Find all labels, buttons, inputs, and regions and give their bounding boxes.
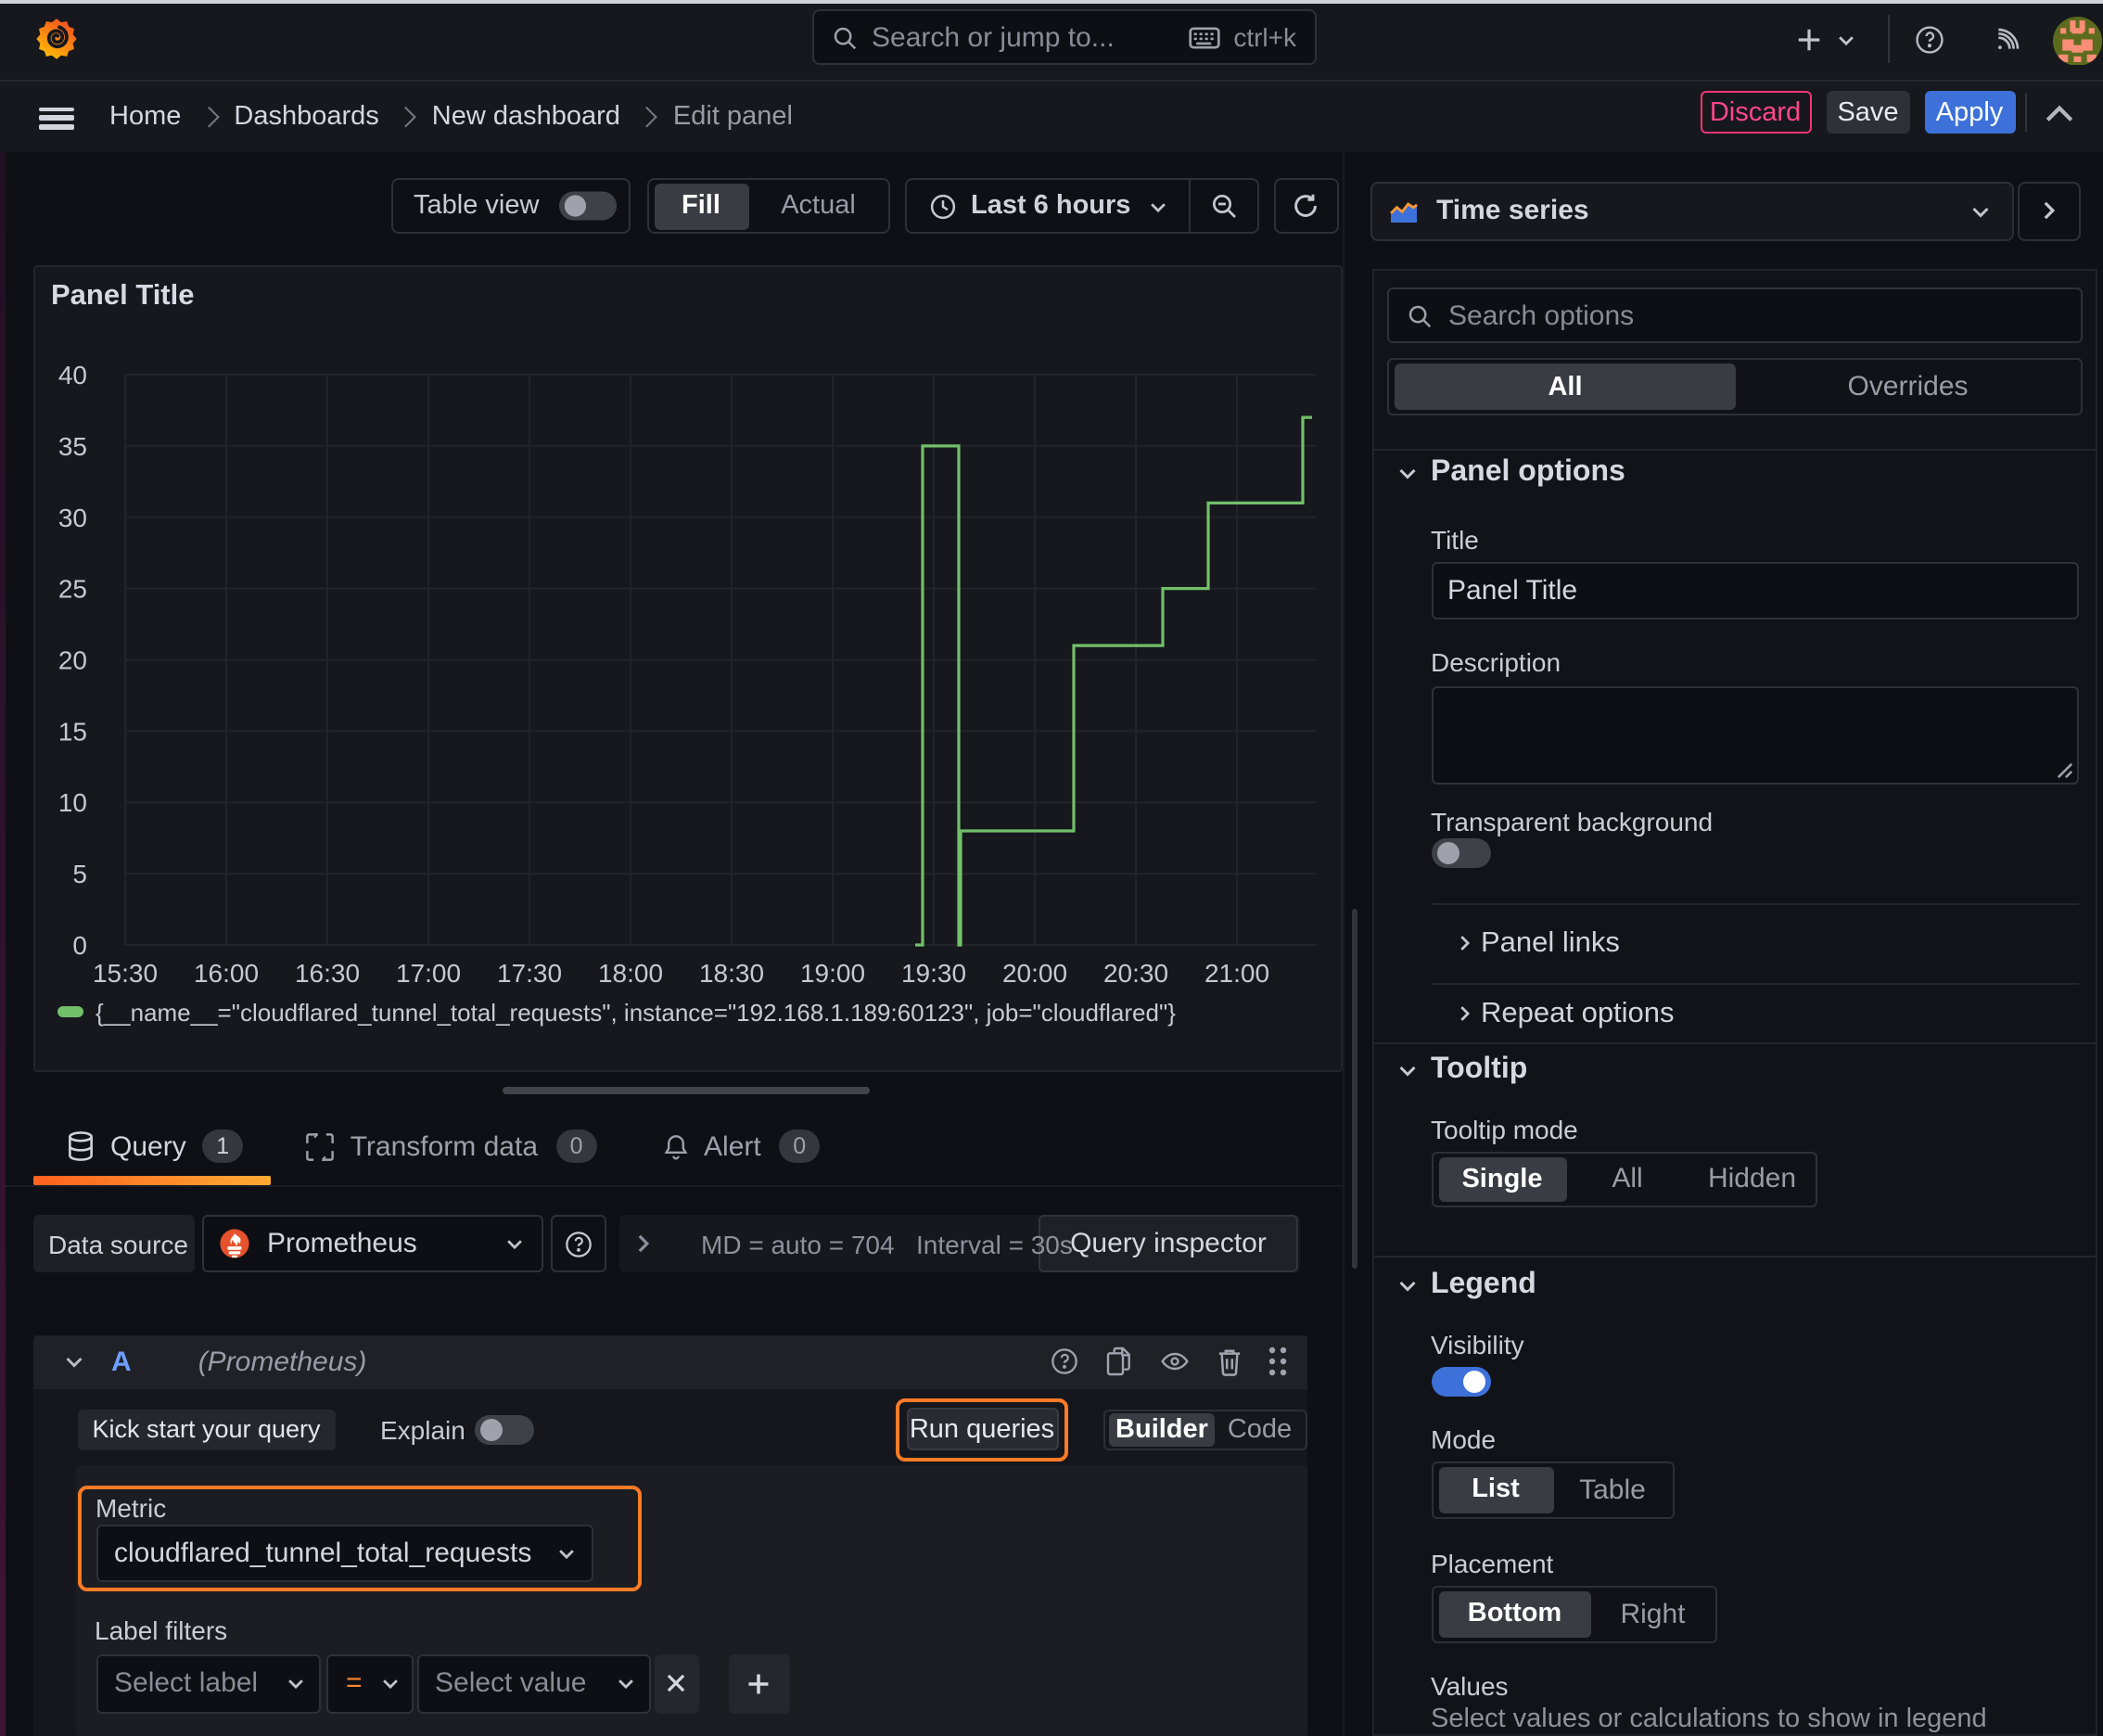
svg-text:20:30: 20:30 [1102, 959, 1167, 988]
svg-text:5: 5 [71, 860, 86, 888]
svg-text:21:00: 21:00 [1204, 959, 1268, 988]
svg-text:20: 20 [57, 646, 86, 675]
svg-text:19:00: 19:00 [799, 959, 864, 988]
svg-text:20:00: 20:00 [1001, 959, 1066, 988]
svg-text:18:30: 18:30 [698, 959, 763, 988]
svg-text:{__name__="cloudflared_tunnel_: {__name__="cloudflared_tunnel_total_requ… [95, 999, 1175, 1027]
svg-text:16:30: 16:30 [294, 959, 359, 988]
svg-text:35: 35 [57, 432, 86, 461]
svg-text:17:00: 17:00 [395, 959, 460, 988]
svg-text:15: 15 [57, 717, 86, 746]
svg-text:19:30: 19:30 [900, 959, 965, 988]
svg-text:0: 0 [71, 931, 86, 960]
svg-text:15:30: 15:30 [92, 959, 157, 988]
svg-text:17:30: 17:30 [496, 959, 561, 988]
svg-text:25: 25 [57, 575, 86, 604]
svg-text:40: 40 [57, 361, 86, 389]
svg-text:16:00: 16:00 [193, 959, 258, 988]
svg-text:18:00: 18:00 [597, 959, 662, 988]
svg-text:10: 10 [57, 788, 86, 817]
svg-text:30: 30 [57, 504, 86, 532]
